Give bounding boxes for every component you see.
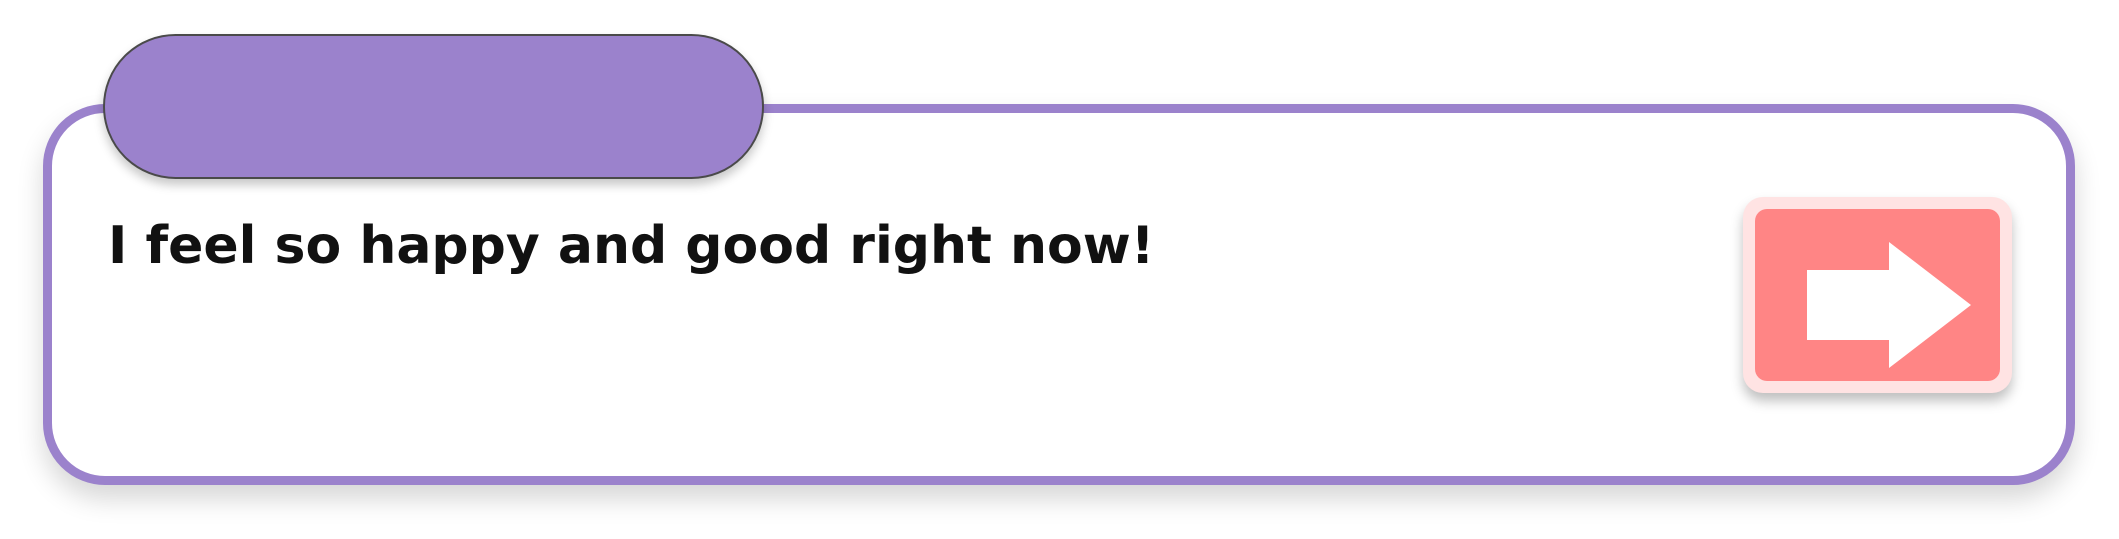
dialogue-scene: I feel so happy and good right now!: [0, 0, 2119, 539]
arrow-right-icon: [1807, 242, 1971, 368]
dialogue-text: I feel so happy and good right now!: [108, 216, 1155, 276]
next-button-face[interactable]: [1755, 209, 2000, 381]
next-button[interactable]: [1743, 197, 2012, 393]
speaker-name-tag: [103, 34, 764, 179]
